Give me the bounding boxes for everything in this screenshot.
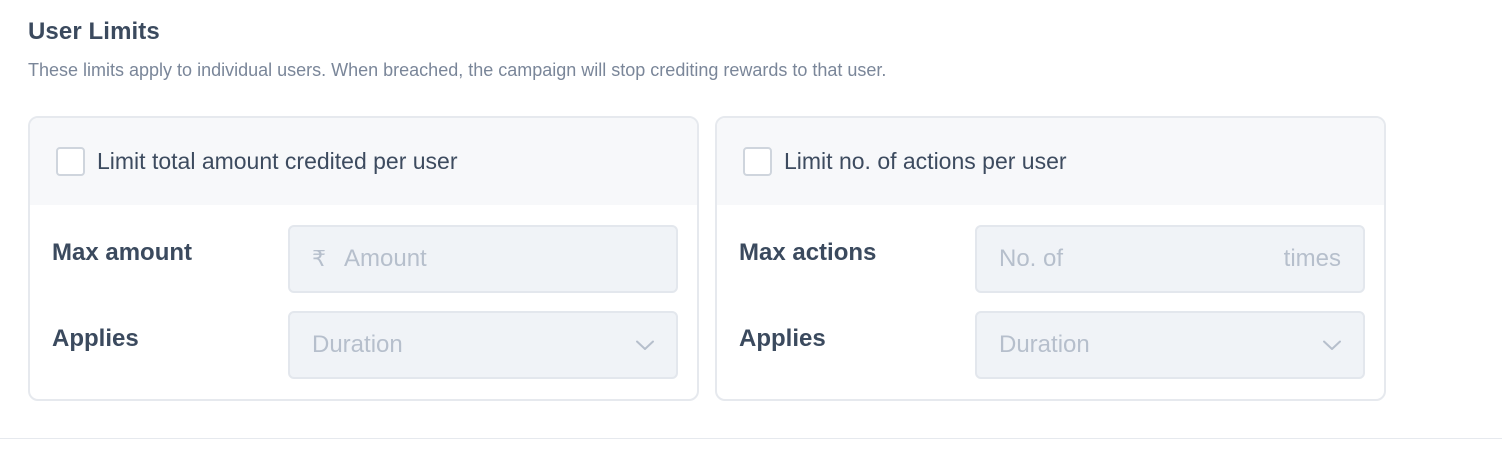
applies-label: Applies <box>739 325 826 352</box>
applies-row: Applies Duration <box>30 311 697 379</box>
max-amount-row: Max amount ₹ Amount <box>30 225 697 293</box>
chevron-down-icon <box>1323 339 1341 351</box>
amount-limit-card: Limit total amount credited per user Max… <box>28 116 699 401</box>
amount-limit-checkbox-label[interactable]: Limit total amount credited per user <box>97 148 458 175</box>
duration-placeholder: Duration <box>999 331 1090 358</box>
max-actions-label: Max actions <box>739 239 877 266</box>
amount-limit-checkbox[interactable] <box>56 147 85 176</box>
actions-limit-checkbox-label[interactable]: Limit no. of actions per user <box>784 148 1067 175</box>
actions-duration-select[interactable]: Duration <box>975 311 1365 379</box>
max-actions-row: Max actions No. of times <box>717 225 1384 293</box>
section-divider <box>0 438 1502 439</box>
actions-limit-header: Limit no. of actions per user <box>717 118 1384 205</box>
user-limits-section: User Limits These limits apply to indivi… <box>0 0 1502 474</box>
amount-duration-select[interactable]: Duration <box>288 311 678 379</box>
duration-placeholder: Duration <box>312 331 403 358</box>
max-actions-placeholder: No. of <box>999 245 1064 272</box>
amount-limit-header: Limit total amount credited per user <box>30 118 697 205</box>
chevron-down-icon <box>636 339 654 351</box>
section-description: These limits apply to individual users. … <box>28 60 887 80</box>
actions-limit-checkbox[interactable] <box>743 147 772 176</box>
max-actions-input[interactable]: No. of times <box>975 225 1365 293</box>
rupee-icon: ₹ <box>312 246 326 271</box>
applies-row: Applies Duration <box>717 311 1384 379</box>
max-actions-suffix: times <box>1283 245 1341 272</box>
section-title: User Limits <box>28 18 160 45</box>
max-amount-label: Max amount <box>52 239 193 266</box>
actions-limit-card: Limit no. of actions per user Max action… <box>715 116 1386 401</box>
max-amount-placeholder: Amount <box>344 245 427 272</box>
applies-label: Applies <box>52 325 139 352</box>
max-amount-input[interactable]: ₹ Amount <box>288 225 678 293</box>
